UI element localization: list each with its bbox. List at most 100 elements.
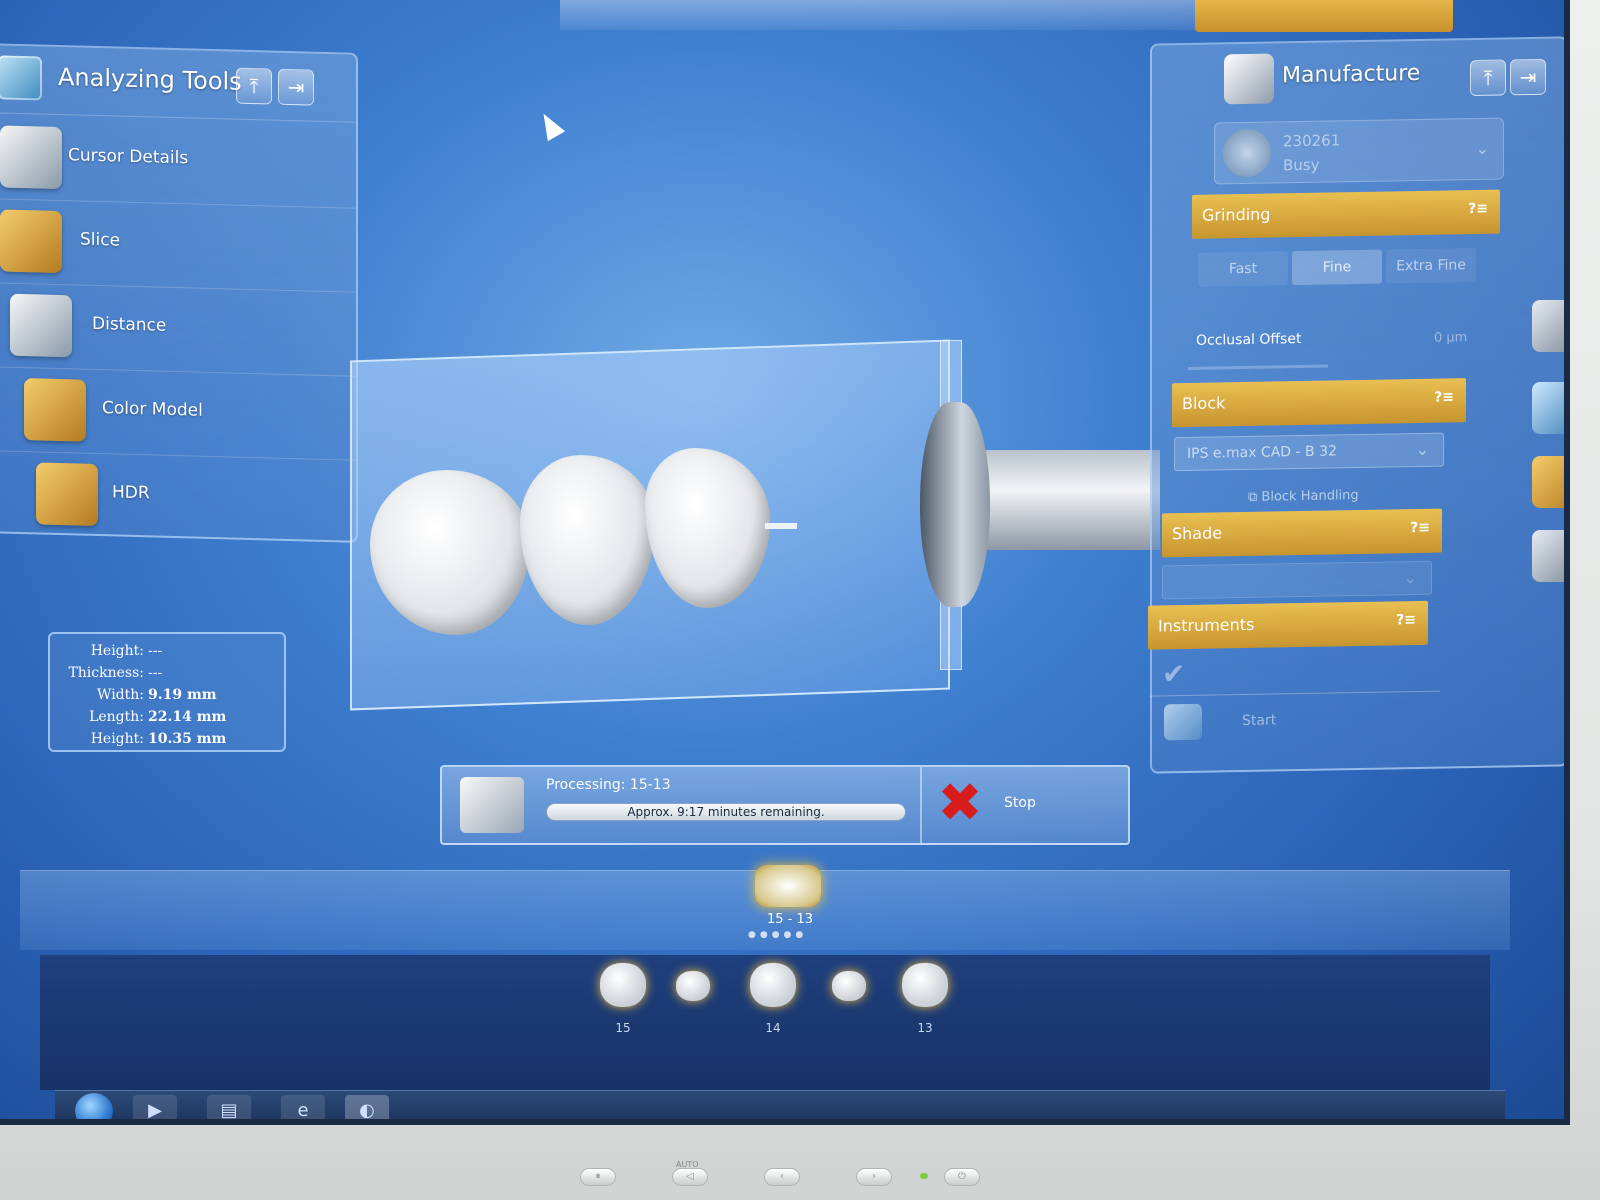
strip-tooth-small[interactable]	[832, 971, 866, 1001]
stop-button[interactable]: ✖ Stop	[932, 771, 1122, 839]
occlusal-offset-value[interactable]: 0 µm	[1434, 330, 1467, 346]
active-phase-tab[interactable]	[1195, 0, 1453, 32]
strip-tooth-15[interactable]	[600, 963, 646, 1007]
block-handling-icon: ⧉	[1248, 489, 1262, 505]
instruments-section-header[interactable]: Instruments ?≡	[1148, 600, 1428, 650]
3d-viewport[interactable]	[350, 339, 1180, 720]
stop-x-icon: ✖	[937, 771, 983, 834]
block-sprue	[765, 523, 797, 529]
start-orb-icon[interactable]	[75, 1093, 113, 1119]
tool-cursor-details[interactable]: Cursor Details	[0, 115, 356, 209]
start-button[interactable]: Start	[1150, 690, 1440, 750]
shade-label: Shade	[1172, 523, 1223, 544]
measurement-row: Height: ---	[90, 643, 163, 659]
monitor-bezel: Analyzing Tools ⤒ ⇥ Cursor Details Slice…	[0, 0, 1600, 1200]
chevron-down-icon: ⌄	[1415, 439, 1429, 460]
measurement-info-box: Height: --- Thickness: --- Width: 9.19 mm L…	[48, 632, 286, 752]
block-holder-shaft	[980, 450, 1160, 550]
collapse-panel-icon[interactable]: ⇥	[1510, 58, 1546, 96]
tool-label: Distance	[92, 313, 167, 336]
shade-section-header[interactable]: Shade ?≡	[1162, 508, 1442, 558]
chevron-down-icon: ⌄	[1475, 138, 1489, 158]
start-icon	[1164, 703, 1202, 741]
milling-device-select[interactable]: 230261 Busy ⌄	[1214, 117, 1504, 185]
restoration-label: 15 - 13	[766, 912, 814, 927]
pagination-dots: ●●●●●	[748, 930, 808, 940]
progress-remaining-text: Approx. 9:17 minutes remaining.	[627, 805, 825, 819]
collapse-panel-icon[interactable]: ⇥	[278, 68, 314, 106]
grinding-mode-fast[interactable]: Fast	[1198, 251, 1288, 287]
occlusal-offset-label: Occlusal Offset	[1196, 331, 1302, 349]
taskbar: ▶ ▤ e ◐	[55, 1090, 1505, 1119]
help-icon[interactable]: ?≡	[1434, 389, 1454, 405]
strip-tooth-13[interactable]	[902, 963, 948, 1007]
processing-progress-bar: Approx. 9:17 minutes remaining.	[546, 803, 906, 821]
strip-tooth-label: 14	[765, 1021, 781, 1035]
edge-analyze-icon[interactable]	[1532, 382, 1564, 434]
distance-icon	[10, 293, 72, 358]
device-status: Busy	[1283, 155, 1320, 175]
manufacture-icon	[1224, 53, 1274, 105]
block-handling-label: Block Handling	[1261, 488, 1359, 505]
help-icon[interactable]: ?≡	[1468, 201, 1488, 217]
media-player-icon[interactable]: ▶	[133, 1095, 177, 1119]
help-icon[interactable]: ?≡	[1396, 612, 1416, 628]
manufacture-panel: Manufacture ⤒ ⇥ 230261 Busy ⌄ Grinding ?…	[1148, 36, 1564, 774]
block-holder-disk	[920, 402, 990, 607]
analyzing-tools-header: Analyzing Tools ⤒ ⇥	[0, 45, 356, 123]
shade-select[interactable]: ⌄	[1162, 560, 1432, 600]
browser-icon[interactable]: e	[281, 1095, 325, 1119]
measurement-row: Width: 9.19 mm	[97, 687, 217, 703]
device-icon	[1223, 128, 1271, 178]
tool-hdr[interactable]: HDR	[0, 451, 356, 545]
divider	[920, 767, 922, 843]
occlusal-offset-slider[interactable]	[1188, 364, 1328, 370]
strip-tooth-label: 15	[615, 1021, 631, 1035]
block-selected-value: IPS e.max CAD - B 32	[1187, 443, 1337, 463]
tool-label: HDR	[112, 482, 150, 504]
instruments-label: Instruments	[1158, 614, 1255, 636]
block-select[interactable]: IPS e.max CAD - B 32 ⌄	[1174, 432, 1444, 472]
processing-panel: Processing: 15-13 Approx. 9:17 minutes r…	[440, 765, 1130, 845]
strip-tooth-14[interactable]	[750, 963, 796, 1007]
tool-slice[interactable]: Slice	[0, 199, 356, 293]
color-model-icon	[24, 378, 86, 442]
pin-up-icon[interactable]: ⤒	[1470, 59, 1506, 97]
strip-tooth-label: 13	[917, 1021, 933, 1035]
bezel-left-button[interactable]: ‹	[764, 1168, 800, 1186]
analyzing-tools-title: Analyzing Tools	[58, 62, 242, 96]
bezel-auto-button[interactable]: ◁	[672, 1168, 708, 1186]
slice-icon	[0, 209, 62, 274]
restoration-thumbnail[interactable]	[755, 865, 821, 907]
bezel-right-button[interactable]: ›	[856, 1168, 892, 1186]
instrument-check-icon[interactable]: ✔	[1162, 657, 1202, 692]
edge-tool-icon[interactable]	[1532, 300, 1564, 352]
device-id: 230261	[1283, 131, 1341, 151]
help-icon[interactable]: ?≡	[1410, 520, 1430, 536]
measurement-row: Height: 10.35 mm	[90, 731, 227, 747]
edge-manufacture-icon[interactable]	[1532, 456, 1564, 508]
manufacture-title: Manufacture	[1282, 60, 1421, 89]
pin-up-icon[interactable]: ⤒	[236, 67, 272, 105]
analyzing-tools-panel: Analyzing Tools ⤒ ⇥ Cursor Details Slice…	[0, 43, 358, 543]
block-section-header[interactable]: Block ?≡	[1172, 378, 1466, 428]
cursor-details-icon	[0, 125, 62, 190]
folder-icon[interactable]: ▤	[207, 1095, 251, 1119]
strip-tooth-small[interactable]	[676, 971, 710, 1001]
grinding-mode-extra-fine[interactable]: Extra Fine	[1386, 247, 1476, 284]
tool-label: Cursor Details	[68, 145, 189, 169]
grinding-section-header[interactable]: Grinding ?≡	[1192, 189, 1500, 239]
power-led	[920, 1173, 928, 1179]
screen: Analyzing Tools ⤒ ⇥ Cursor Details Slice…	[0, 0, 1570, 1125]
tool-distance[interactable]: Distance	[0, 283, 356, 377]
milling-unit-icon	[460, 777, 524, 833]
bezel-menu-button[interactable]: ⏸	[580, 1168, 616, 1186]
cerec-app-icon[interactable]: ◐	[345, 1095, 389, 1119]
block-handling-link[interactable]: ⧉ Block Handling	[1248, 488, 1359, 505]
grinding-mode-fine[interactable]: Fine	[1292, 249, 1382, 286]
tool-color-model[interactable]: Color Model	[0, 367, 356, 461]
bezel-power-button[interactable]: ⏻	[944, 1168, 980, 1186]
edge-block-icon[interactable]	[1532, 530, 1564, 582]
stop-label: Stop	[1004, 795, 1036, 811]
tool-label: Slice	[80, 229, 121, 251]
